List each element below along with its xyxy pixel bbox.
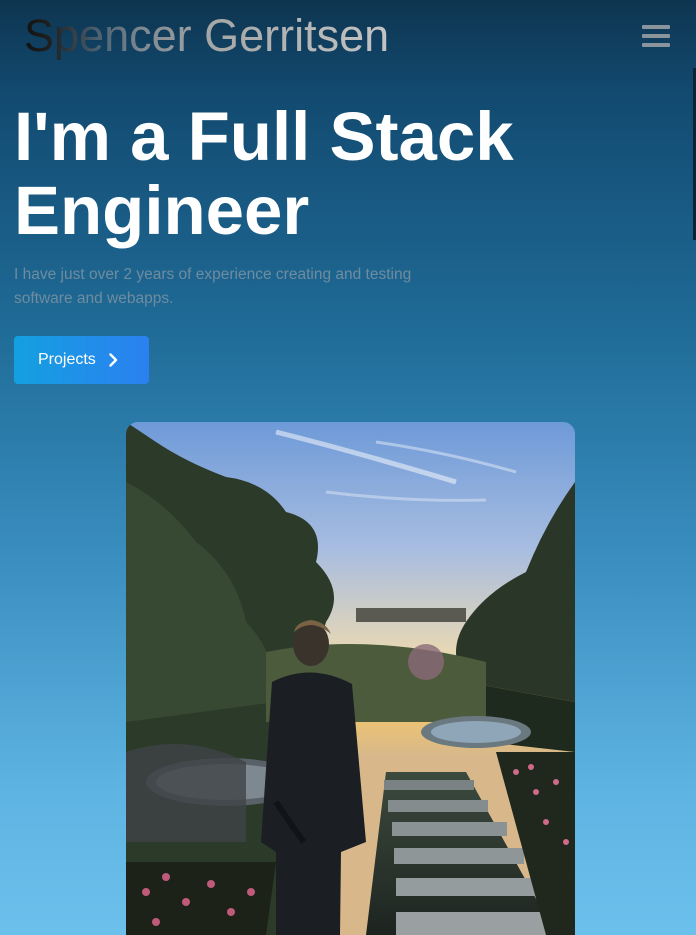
site-logo[interactable]: Spencer Gerritsen — [24, 12, 389, 60]
projects-button[interactable]: Projects — [14, 336, 149, 384]
hero-subtitle: I have just over 2 years of experience c… — [14, 266, 412, 307]
profile-photo — [126, 422, 575, 935]
projects-button-label: Projects — [38, 351, 96, 368]
hamburger-menu-icon — [642, 23, 670, 49]
menu-button[interactable] — [640, 18, 672, 54]
hero-title: I'm a Full Stack Engineer — [14, 98, 514, 249]
chevron-right-icon — [108, 353, 118, 367]
site-header: Spencer Gerritsen — [0, 0, 696, 76]
